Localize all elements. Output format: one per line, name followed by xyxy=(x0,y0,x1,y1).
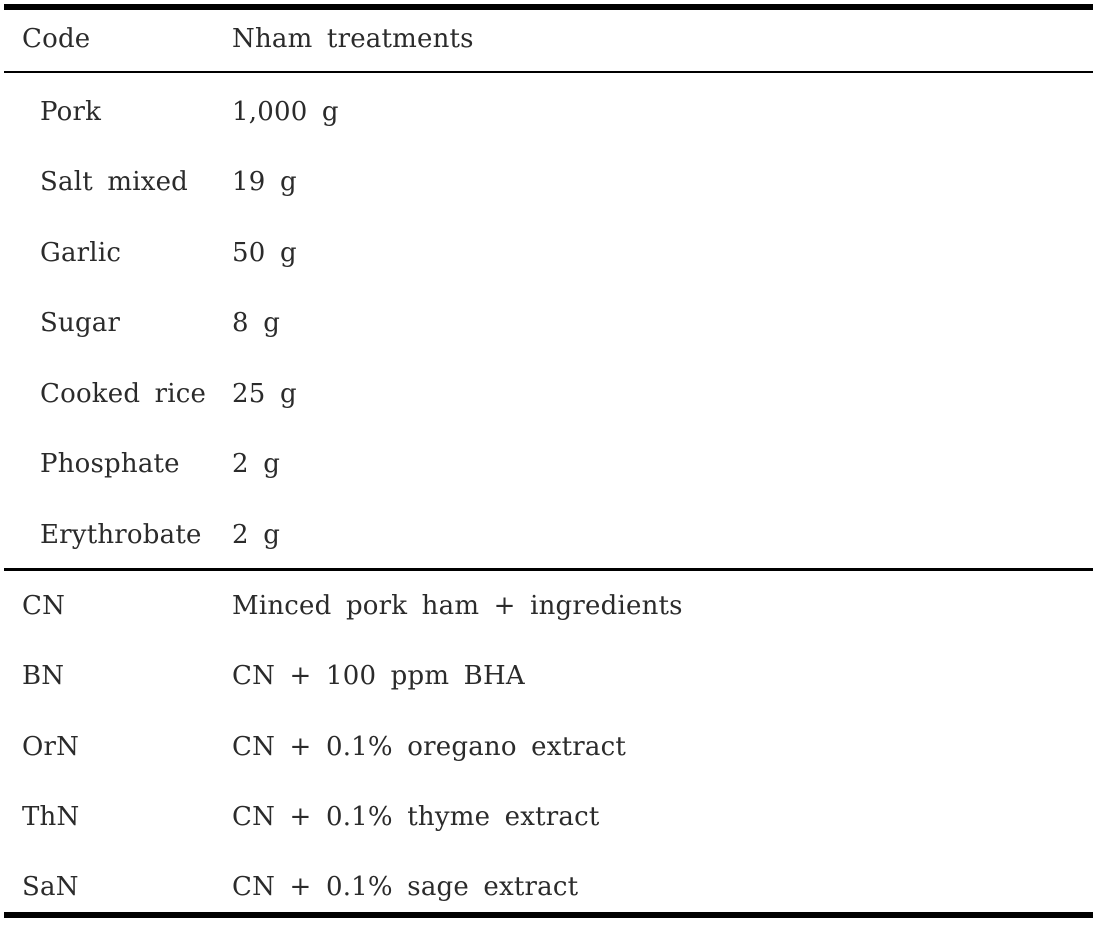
nham-treatments-table: Code Nham treatments Pork 1,000 g Salt m… xyxy=(0,0,1101,930)
treatment-description: Minced pork ham + ingredients xyxy=(232,591,683,621)
treatment-description: CN + 0.1% thyme extract xyxy=(232,802,600,832)
ingredient-amount: 19 g xyxy=(232,167,297,197)
table-top-rule xyxy=(4,4,1093,10)
ingredient-name: Garlic xyxy=(40,238,122,268)
ingredient-amount: 2 g xyxy=(232,449,281,479)
table-row: BN CN + 100 ppm BHA xyxy=(0,659,1101,693)
treatment-description: CN + 0.1% sage extract xyxy=(232,872,579,902)
table-row: SaN CN + 0.1% sage extract xyxy=(0,870,1101,904)
ingredient-amount: 25 g xyxy=(232,379,297,409)
table-row: Garlic 50 g xyxy=(0,236,1101,270)
ingredient-name: Cooked rice xyxy=(40,379,207,409)
table-row: Cooked rice 25 g xyxy=(0,377,1101,411)
table-row: Erythrobate 2 g xyxy=(0,518,1101,552)
treatment-code: CN xyxy=(22,591,66,621)
column-header-nham-treatments: Nham treatments xyxy=(232,24,474,54)
treatment-code: OrN xyxy=(22,732,80,762)
ingredient-name: Salt mixed xyxy=(40,167,189,197)
table-row: ThN CN + 0.1% thyme extract xyxy=(0,800,1101,834)
ingredient-amount: 2 g xyxy=(232,520,281,550)
table-row: Pork 1,000 g xyxy=(0,95,1101,129)
ingredient-name: Sugar xyxy=(40,308,121,338)
ingredient-amount: 50 g xyxy=(232,238,297,268)
ingredient-amount: 8 g xyxy=(232,308,281,338)
treatment-code: BN xyxy=(22,661,65,691)
table-bottom-rule xyxy=(4,912,1093,918)
ingredient-amount: 1,000 g xyxy=(232,97,339,127)
ingredient-name: Phosphate xyxy=(40,449,180,479)
table-row: Sugar 8 g xyxy=(0,306,1101,340)
table-row: Phosphate 2 g xyxy=(0,447,1101,481)
table-section-rule xyxy=(4,568,1093,571)
table-row: OrN CN + 0.1% oregano extract xyxy=(0,730,1101,764)
ingredient-name: Erythrobate xyxy=(40,520,202,550)
table-row: Salt mixed 19 g xyxy=(0,165,1101,199)
table-row: CN Minced pork ham + ingredients xyxy=(0,589,1101,623)
treatment-code: ThN xyxy=(22,802,80,832)
table-header-rule xyxy=(4,71,1093,73)
treatment-code: SaN xyxy=(22,872,79,902)
table-header-row: Code Nham treatments xyxy=(0,22,1101,56)
column-header-code: Code xyxy=(22,24,91,54)
treatment-description: CN + 0.1% oregano extract xyxy=(232,732,626,762)
treatment-description: CN + 100 ppm BHA xyxy=(232,661,525,691)
ingredient-name: Pork xyxy=(40,97,102,127)
